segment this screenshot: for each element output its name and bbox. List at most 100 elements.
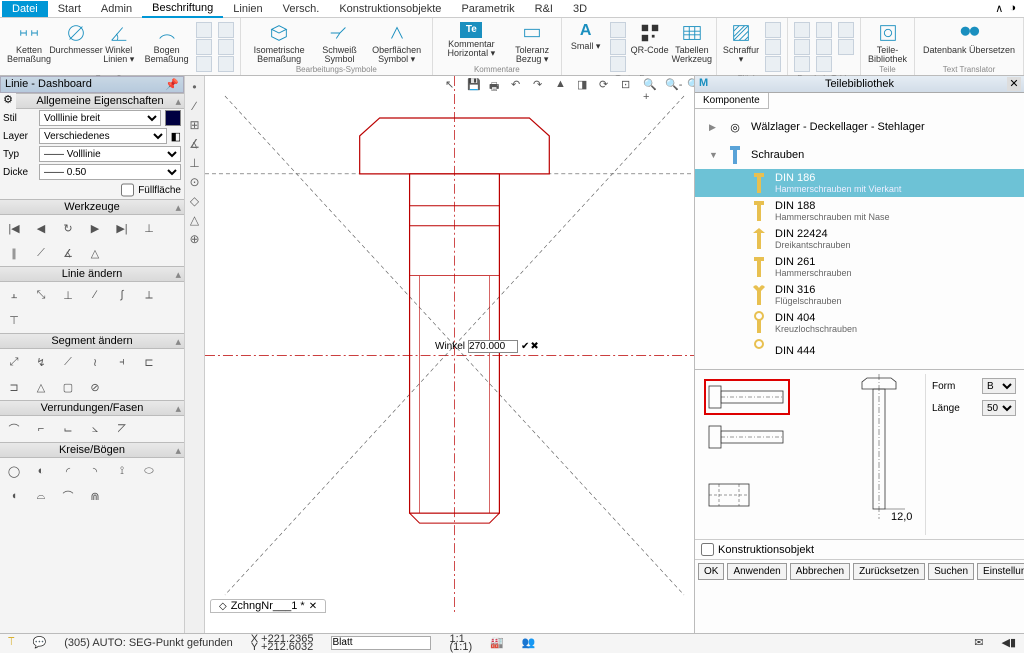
line-1[interactable]: ⫠ <box>2 284 26 306</box>
comment-horizontal-button[interactable]: TeKommentar Horizontal ▾ <box>437 20 506 64</box>
rnd-3[interactable]: ⌙ <box>56 418 80 440</box>
btn-reset[interactable]: Zurücksetzen <box>853 563 925 580</box>
vt-2[interactable]: ∕ <box>187 99 203 115</box>
cir-8[interactable]: ⌓ <box>29 485 53 507</box>
ribbon-small-1[interactable] <box>196 22 212 38</box>
btn-suchen[interactable]: Suchen <box>928 563 974 580</box>
line-4[interactable]: ∕ <box>83 284 107 306</box>
status-mail-icon[interactable]: ✉ <box>974 636 983 649</box>
vt-7[interactable]: ◇ <box>187 194 203 210</box>
tolerance-ref-button[interactable]: Toleranz Bezug ▾ <box>508 20 557 64</box>
tree-item-din316[interactable]: DIN 316Flügelschrauben <box>695 281 1024 309</box>
btn-einstellungen[interactable]: Einstellungen <box>977 563 1024 580</box>
text-small-c[interactable] <box>610 56 626 72</box>
line-2[interactable]: ⤡ <box>29 284 53 306</box>
parts-library-button[interactable]: Teile- Bibliothek <box>865 20 910 64</box>
line-5[interactable]: ∫ <box>110 284 134 306</box>
tab-admin[interactable]: Admin <box>91 1 142 17</box>
hatch-small-1[interactable] <box>765 22 781 38</box>
surface-symbol-button[interactable]: Oberflächen Symbol ▾ <box>365 20 428 64</box>
tool-loop[interactable]: ↻ <box>56 217 80 239</box>
status-icon-2[interactable]: 👥 <box>522 636 536 649</box>
line-7[interactable]: ⊤ <box>2 309 26 331</box>
arc-dimension-button[interactable]: Bogen Bemaßung <box>142 20 192 74</box>
seg-4[interactable]: ≀ <box>83 351 107 373</box>
vt-8[interactable]: △ <box>187 213 203 229</box>
bore-7[interactable] <box>838 22 854 38</box>
seg-5[interactable]: ⫞ <box>110 351 134 373</box>
cv-zoomin[interactable]: 🔍+ <box>643 78 659 94</box>
cir-7[interactable]: ◖ <box>2 485 26 507</box>
seg-2[interactable]: ↯ <box>29 351 53 373</box>
cir-3[interactable]: ◜ <box>56 460 80 482</box>
cv-up[interactable]: ▲ <box>555 78 571 94</box>
rnd-1[interactable]: ⌒ <box>2 418 26 440</box>
ribbon-small-6[interactable] <box>218 56 234 72</box>
angle-lines-button[interactable]: Winkel Linien ▾ <box>98 20 140 74</box>
bore-8[interactable] <box>838 39 854 55</box>
seg-6[interactable]: ⊏ <box>137 351 161 373</box>
ribbon-small-3[interactable] <box>196 56 212 72</box>
seg-10[interactable]: ⊘ <box>83 376 107 398</box>
color-swatch[interactable] <box>165 110 181 126</box>
btn-ok[interactable]: OK <box>698 563 724 580</box>
table-tool-button[interactable]: Tabellen Werkzeug <box>672 20 712 74</box>
section-circles[interactable]: Kreise/Bögen▴ <box>0 442 184 458</box>
cv-print[interactable]: 🖶 <box>489 78 505 94</box>
seg-1[interactable]: ⤢ <box>2 351 26 373</box>
tree-item-din186[interactable]: DIN 186Hammerschrauben mit Vierkant <box>695 169 1024 197</box>
bore-5[interactable] <box>816 39 832 55</box>
bore-2[interactable] <box>794 39 810 55</box>
rnd-2[interactable]: ⌐ <box>29 418 53 440</box>
dashboard-pin-icon[interactable]: 📌 <box>165 78 179 91</box>
tool-angle[interactable]: ∡ <box>56 242 80 264</box>
rnd-5[interactable]: ⦢ <box>110 418 134 440</box>
text-small-a[interactable] <box>610 22 626 38</box>
tab-datei[interactable]: Datei <box>2 1 48 17</box>
cv-cursor[interactable]: ↖ <box>445 78 461 94</box>
ribbon-small-2[interactable] <box>196 39 212 55</box>
tool-triangle[interactable]: △ <box>83 242 107 264</box>
tool-tangent[interactable]: ⟋ <box>29 242 53 264</box>
cv-refresh[interactable]: ⟳ <box>599 78 615 94</box>
gear-icon[interactable]: ⚙ <box>0 93 16 109</box>
tree-item-din261[interactable]: DIN 261Hammerschrauben <box>695 253 1024 281</box>
ribbon-small-4[interactable] <box>218 22 234 38</box>
cv-zoomfit[interactable]: ⊡ <box>621 78 637 94</box>
tab-3d[interactable]: 3D <box>563 1 597 17</box>
cv-undo[interactable]: ↶ <box>511 78 527 94</box>
cir-5[interactable]: ⟟ <box>110 460 134 482</box>
cv-save[interactable]: 💾 <box>467 78 483 94</box>
tree-item-din22424[interactable]: DIN 22424Dreikantschrauben <box>695 225 1024 253</box>
bore-6[interactable] <box>816 56 832 72</box>
seg-3[interactable]: ⟋ <box>56 351 80 373</box>
collapse-ribbon-icon[interactable]: ∧ <box>995 2 1003 15</box>
panel-close-icon[interactable]: ✕ <box>1007 77 1021 91</box>
tab-beschriftung[interactable]: Beschriftung <box>142 0 223 18</box>
hatch-small-2[interactable] <box>765 39 781 55</box>
section-tools[interactable]: Werkzeuge▴ <box>0 199 184 215</box>
cir-9[interactable]: ⌒ <box>56 485 80 507</box>
vt-1[interactable]: • <box>187 80 203 96</box>
tab-konstruktionsobjekte[interactable]: Konstruktionsobjekte <box>329 1 451 17</box>
weld-symbol-button[interactable]: Schweiß Symbol <box>316 20 364 64</box>
dicke-select[interactable]: —— 0.50 <box>39 164 181 180</box>
tool-next[interactable]: ▶ <box>83 217 107 239</box>
tab-start[interactable]: Start <box>48 1 91 17</box>
tool-last[interactable]: ▶| <box>110 217 134 239</box>
tool-first[interactable]: |◀ <box>2 217 26 239</box>
line-6[interactable]: ⟂ <box>137 284 161 306</box>
ribbon-small-5[interactable] <box>218 39 234 55</box>
qrcode-button[interactable]: QR-Code <box>630 20 670 74</box>
seg-8[interactable]: △ <box>29 376 53 398</box>
cv-zoomout[interactable]: 🔍- <box>665 78 681 94</box>
iso-dimension-button[interactable]: Isometrische Bemaßung <box>245 20 314 64</box>
angle-input[interactable] <box>468 340 518 353</box>
cir-1[interactable]: ◯ <box>2 460 26 482</box>
tab-parametrik[interactable]: Parametrik <box>451 1 524 17</box>
vt-5[interactable]: ⊥ <box>187 156 203 172</box>
text-small-button[interactable]: ASmall ▾ <box>566 20 606 74</box>
seg-9[interactable]: ▢ <box>56 376 80 398</box>
chain-dimension-button[interactable]: Ketten Bemaßung <box>4 20 54 74</box>
cv-redo[interactable]: ↷ <box>533 78 549 94</box>
